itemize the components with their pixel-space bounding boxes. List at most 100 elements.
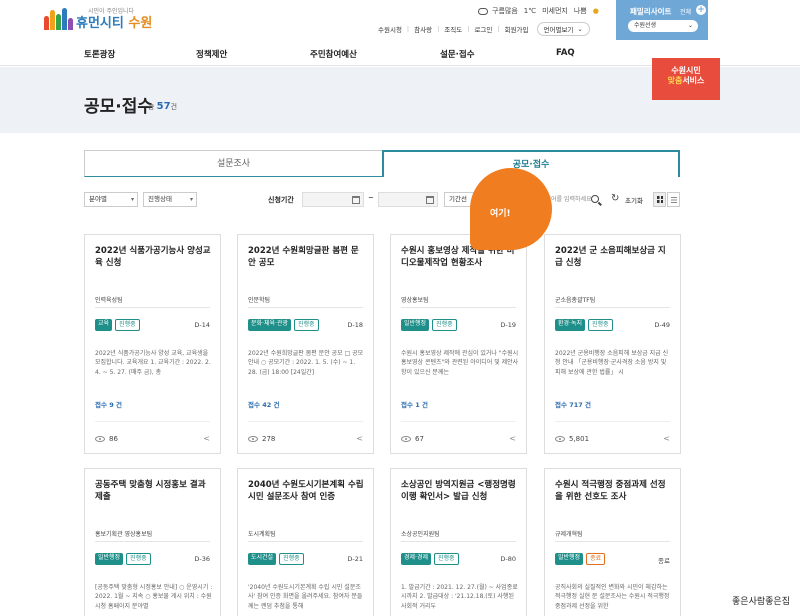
card-apply-count: 접수 9 건: [95, 401, 122, 409]
contest-card[interactable]: 2040년 수원도시기본계획 수립 시민 설문조사 참여 인증 도시계획팀 도시…: [237, 468, 374, 616]
card-title[interactable]: 2022년 식품가공기능사 양성교육 신청: [95, 245, 213, 270]
contest-card[interactable]: 소상공인 방역지원금 <행정명령 이행 확인서> 발급 신청 소상공인지원팀 경…: [390, 468, 527, 616]
contest-card[interactable]: 2022년 식품가공기능사 양성교육 신청 인력육성팀 교육 진행중 D-14 2…: [84, 234, 221, 454]
eye-icon: [248, 436, 258, 442]
date-range-separator: ~: [368, 194, 374, 202]
family-site-label: 패밀리사이트: [630, 7, 672, 16]
status-badge: 진행중: [115, 319, 140, 331]
contest-card[interactable]: 수원시 홍보영상 제작을 위한 비디오물제작업 현황조사 영상홍보팀 일반행정 진…: [390, 234, 527, 454]
card-dday: D-18: [347, 321, 363, 329]
search-icon[interactable]: [591, 195, 599, 203]
language-select[interactable]: 언어별보기 ⌄: [536, 22, 590, 36]
card-dday: D-49: [654, 321, 670, 329]
contest-card[interactable]: 2022년 군 소음피해보상금 지급 신청 군소음총괄TF팀 환경·녹지 진행중 …: [544, 234, 681, 454]
watermark: 좋은사람좋은집: [730, 593, 792, 608]
card-title[interactable]: 2022년 수원희망글판 봄편 문안 공모: [248, 245, 366, 270]
nav-item-survey[interactable]: 설문·접수: [440, 48, 475, 60]
card-apply-count: 접수 717 건: [555, 401, 592, 409]
utility-links: 수원시청 | 참사랑 | 조직도 | 로그인 | 회원가입 언어별보기 ⌄: [378, 22, 590, 36]
annotation-bubble: [470, 168, 552, 250]
contest-card[interactable]: 수원시 적극행정 중점과제 선정을 위한 선호도 조사 규제개혁팀 일반행정 종료…: [544, 468, 681, 616]
logo-name: 휴먼시티 수원: [76, 16, 153, 31]
category-badge: 문화·체육·관광: [248, 319, 291, 331]
period-label: 신청기간: [268, 196, 294, 204]
annotation-text: 여기!: [490, 209, 511, 219]
nav-item-faq[interactable]: FAQ: [556, 48, 575, 58]
card-department: 군소음총괄TF팀: [555, 297, 596, 304]
login-link[interactable]: 로그인: [474, 24, 492, 34]
site-logo[interactable]: 시민이 주인입니다 휴먼시티 수원: [44, 6, 152, 30]
chevron-down-icon: ▾: [189, 196, 193, 203]
tab-survey[interactable]: 설문조사: [84, 150, 382, 177]
card-department: 홍보기획관 영상홍보팀: [95, 531, 153, 538]
share-icon[interactable]: <: [663, 434, 670, 443]
card-description: 2022년 군용비행장 소음피해 보상금 지급 신청 안내 「군용비행장·군사격…: [555, 350, 669, 376]
eye-icon: [401, 436, 411, 442]
card-description: 수원시 홍보영상 제작에 관심이 있거나 "수원시 홍보영상 콘텐츠"와 관련된…: [401, 350, 519, 376]
weather-condition: 구름많음: [492, 7, 518, 15]
dust-label: 미세먼지: [542, 7, 568, 15]
share-icon[interactable]: <: [203, 434, 210, 443]
card-description: '2040년 수원도시기본계획 수립 시민 설문조사' 참여 인증 화면을 올려…: [248, 584, 363, 610]
card-department: 영상홍보팀: [401, 297, 429, 304]
card-views: 278: [248, 435, 275, 443]
category-select[interactable]: 분야별 ▾: [84, 192, 138, 207]
card-description: 2022년 식품가공기능사 양성 교육, 교육생을 모집합니다. 교육개요 1.…: [95, 350, 211, 376]
card-dday: D-19: [500, 321, 516, 329]
citizen-service-banner[interactable]: 수원시민 맞춤서비스: [652, 58, 720, 100]
family-site-all[interactable]: 전체: [680, 7, 691, 16]
status-badge: 진행중: [432, 319, 457, 331]
page-title: 공모·접수: [84, 97, 154, 117]
util-link-charang[interactable]: 참사랑: [414, 24, 432, 34]
card-title[interactable]: 2040년 수원도시기본계획 수립 시민 설문조사 참여 인증: [248, 479, 366, 504]
signup-link[interactable]: 회원가입: [505, 24, 529, 34]
card-department: 도시계획팀: [248, 531, 276, 538]
family-site-select[interactable]: 수원선생 ⌄: [628, 20, 698, 32]
nav-item-policy[interactable]: 정책제안: [196, 48, 227, 60]
nav-item-budget[interactable]: 주민참여예산: [310, 48, 357, 60]
card-description: 공직사회의 실질적인 변화와 시민이 체감하는 적극행정 실현 문 설문조사는 …: [555, 584, 670, 610]
reset-icon[interactable]: ↻: [611, 193, 619, 204]
share-icon[interactable]: <: [509, 434, 516, 443]
card-title[interactable]: 소상공인 방역지원금 <행정명령 이행 확인서> 발급 신청: [401, 479, 519, 504]
util-link-org-chart[interactable]: 조직도: [444, 24, 462, 34]
card-department: 소상공인지원팀: [401, 531, 440, 538]
logo-slogan: 시민이 주인입니다: [88, 8, 135, 15]
category-badge: 경제·경제: [401, 553, 431, 565]
card-description: 2022년 수원희망글판 봄편 문안 공모 □ 공모안내 ○ 공모기간 : 20…: [248, 350, 364, 376]
card-title[interactable]: 2022년 군 소음피해보상금 지급 신청: [555, 245, 673, 270]
card-title[interactable]: 공동주택 맞춤형 시정홍보 결과 제출: [95, 479, 213, 504]
card-views: 67: [401, 435, 424, 443]
status-badge: 종료: [586, 553, 606, 565]
status-badge: 진행중: [293, 319, 319, 331]
top-bar: 시민이 주인입니다 휴먼시티 수원 구름많음 1℃ 미세먼지 나쁨 ● 수원시청…: [0, 0, 800, 40]
category-badge: 환경·녹지: [555, 319, 585, 331]
plus-icon[interactable]: +: [696, 5, 706, 15]
card-views: 5,801: [555, 435, 589, 443]
card-view-button[interactable]: [653, 192, 666, 207]
nav-item-debate[interactable]: 토론광장: [84, 48, 115, 60]
util-link-cityhall[interactable]: 수원시청: [378, 24, 402, 34]
reset-button[interactable]: 초기화: [625, 195, 643, 205]
start-date-input[interactable]: [302, 192, 364, 207]
card-title[interactable]: 수원시 적극행정 중점과제 선정을 위한 선호도 조사: [555, 479, 673, 504]
weather-widget: 구름많음 1℃ 미세먼지 나쁨 ●: [478, 6, 599, 16]
family-site-panel: 패밀리사이트 전체 + 수원선생 ⌄: [616, 0, 708, 40]
calendar-icon[interactable]: [352, 196, 360, 204]
list-view-button[interactable]: [667, 192, 680, 207]
category-badge: 일반행정: [401, 319, 430, 331]
share-icon[interactable]: <: [356, 434, 363, 443]
logo-mark-icon: [44, 6, 73, 30]
dust-status-icon: ●: [592, 7, 599, 15]
card-dday: D-36: [194, 555, 210, 563]
grid-view-icon: [657, 196, 663, 203]
total-count: 총 57건: [148, 101, 178, 112]
end-date-input[interactable]: [378, 192, 438, 207]
card-description: [공동주택 맞춤형 시정홍보 안내] ○ 운영시기 : 2022. 1월 ~ 지…: [95, 584, 213, 610]
contest-card[interactable]: 2022년 수원희망글판 봄편 문안 공모 인문학팀 문화·체육·관광 진행중 D…: [237, 234, 374, 454]
status-select[interactable]: 진행상태 ▾: [143, 192, 197, 207]
contest-card[interactable]: 공동주택 맞춤형 시정홍보 결과 제출 홍보기획관 영상홍보팀 일반행정 진행중 …: [84, 468, 221, 616]
card-department: 인력육성팀: [95, 297, 123, 304]
calendar-icon[interactable]: [426, 196, 434, 204]
category-badge: 일반행정: [555, 553, 584, 565]
